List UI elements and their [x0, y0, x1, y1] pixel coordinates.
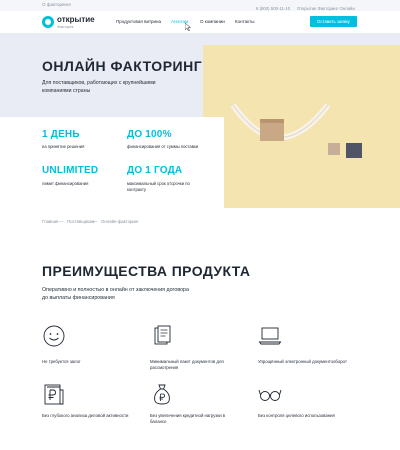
advantages-subtitle: Оперативно и полностью в онлайн от заклю… — [42, 287, 189, 301]
hero-title: ОНЛАЙН ФАКТОРИНГ — [42, 58, 203, 74]
advantage-text: Без увеличения кредитной нагрузки в бала… — [150, 413, 226, 425]
money-bag-icon — [154, 384, 170, 405]
breadcrumb-separator: — — [93, 219, 98, 224]
fact-value: ДО 100% — [127, 129, 172, 140]
advantage-text: Без контроля целевого использования — [258, 413, 335, 418]
breadcrumb-separator: — — [59, 219, 64, 224]
breadcrumb-home[interactable]: Главная — [42, 219, 58, 224]
fact-text: максимальный срок отсрочки по контракту — [127, 181, 190, 192]
fact-value: 1 ДЕНЬ — [42, 129, 80, 140]
logo-text[interactable]: открытие — [57, 16, 95, 24]
apply-button[interactable]: Оставить заявку — [310, 16, 357, 27]
logo-subtitle: Факторинг — [57, 25, 74, 29]
phone-number[interactable]: 8 (800) 500-11-10 — [256, 6, 290, 11]
fact-value: ДО 1 ГОДА — [127, 165, 183, 176]
nav-item-products[interactable]: Продуктовая витрина — [116, 19, 161, 24]
laptop-icon — [258, 327, 282, 345]
hero-illustration-svg — [230, 103, 362, 158]
about-factoring-link[interactable]: О факторинге — [42, 2, 71, 7]
nav-item-contacts[interactable]: Контакты — [235, 19, 254, 24]
advantages-title: ПРЕИМУЩЕСТВА ПРОДУКТА — [42, 263, 251, 279]
facts-panel: 1 ДЕНЬ на принятие решения ДО 100% финан… — [0, 117, 224, 208]
fact-text: на принятие решения — [42, 144, 85, 149]
hero-illustration — [203, 45, 400, 208]
hero-subtitle: Для поставщиков, работающих с крупнейшим… — [42, 80, 156, 94]
cursor-icon — [185, 23, 191, 31]
documents-icon — [154, 325, 171, 345]
logo-icon[interactable] — [42, 16, 54, 28]
glasses-icon — [258, 389, 282, 401]
fact-text: финансирования от суммы поставки — [127, 144, 199, 149]
advantage-text: Упрощённый электронный документооборот — [258, 359, 347, 364]
nav-item-about[interactable]: О компании — [200, 19, 225, 24]
fact-value: UNLIMITED — [42, 165, 99, 176]
breadcrumb-suppliers[interactable]: Поставщикам — [67, 219, 94, 224]
advantage-text: Не требуется залог — [42, 359, 81, 364]
breadcrumb-current: Онлайн-факторинг — [101, 219, 139, 224]
online-service-link[interactable]: Открытие Факторинг Онлайн — [297, 6, 355, 11]
fact-text: лимит финансирования — [42, 181, 89, 186]
advantage-text: Без глубокого анализа деловой активности — [42, 413, 129, 418]
ruble-document-icon — [44, 384, 64, 405]
advantage-text: Минимальный пакет документов для рассмот… — [150, 359, 224, 371]
smile-icon — [43, 325, 65, 347]
